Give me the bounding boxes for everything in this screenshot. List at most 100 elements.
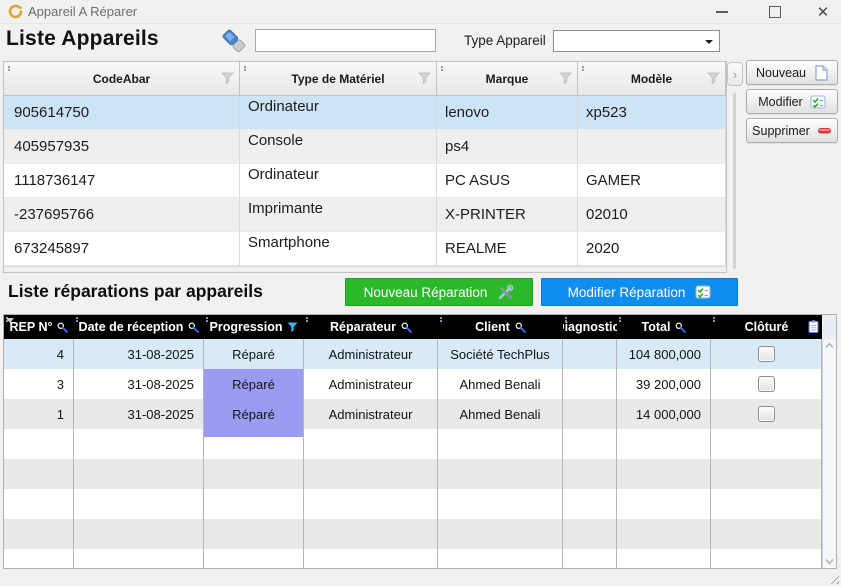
reparation-cell-diagnostic[interactable] bbox=[563, 369, 617, 399]
appareil-cell-marque[interactable]: X-PRINTER bbox=[437, 198, 578, 232]
appareil-cell-code[interactable]: 673245897 bbox=[4, 232, 240, 266]
reparation-row[interactable]: 131-08-2025RéparéAdministrateurAhmed Ben… bbox=[4, 399, 822, 429]
column-header-modele[interactable]: Modèle bbox=[578, 62, 726, 96]
nouveau-button[interactable]: Nouveau bbox=[746, 60, 838, 85]
reparation-cell-cloture[interactable] bbox=[711, 399, 822, 429]
appareil-cell-modele[interactable] bbox=[578, 130, 726, 164]
filter-icon[interactable] bbox=[287, 322, 298, 333]
vertical-scrollbar[interactable] bbox=[822, 339, 836, 568]
modifier-reparation-button[interactable]: Modifier Réparation bbox=[541, 278, 738, 306]
column-header-type[interactable]: Type de Matériel bbox=[240, 62, 437, 96]
reparation-row[interactable]: 431-08-2025RéparéAdministrateurSociété T… bbox=[4, 339, 822, 369]
appareil-row[interactable]: 1118736147OrdinateurPC ASUSGAMER bbox=[4, 164, 726, 198]
empty-cell bbox=[204, 459, 304, 489]
scroll-down-icon[interactable] bbox=[825, 558, 834, 565]
reparation-cell-progression[interactable]: Réparé bbox=[204, 369, 304, 399]
appareil-cell-marque[interactable]: lenovo bbox=[437, 96, 578, 130]
supprimer-button[interactable]: Supprimer bbox=[746, 118, 838, 143]
empty-cell bbox=[304, 549, 438, 568]
reparation-cell-rep-no[interactable]: 1 bbox=[4, 399, 74, 429]
reparation-cell-cloture[interactable] bbox=[711, 369, 822, 399]
column-header-codeabar[interactable]: CodeAbar bbox=[4, 62, 240, 96]
appareil-cell-code[interactable]: 405957935 bbox=[4, 130, 240, 164]
appareil-cell-modele[interactable]: xp523 bbox=[578, 96, 726, 130]
appareil-row[interactable]: -237695766ImprimanteX-PRINTER02010 bbox=[4, 198, 726, 232]
reparation-cell-total[interactable]: 14 000,000 bbox=[617, 399, 711, 429]
empty-cell bbox=[438, 519, 563, 549]
reparation-cell-total[interactable]: 39 200,000 bbox=[617, 369, 711, 399]
appareil-cell-marque[interactable]: ps4 bbox=[437, 130, 578, 164]
minimize-button[interactable] bbox=[709, 1, 735, 23]
appareil-cell-type[interactable]: Smartphone bbox=[240, 232, 437, 266]
appareil-cell-code[interactable]: 905614750 bbox=[4, 96, 240, 130]
reparation-cell-client[interactable]: Société TechPlus bbox=[438, 339, 563, 369]
maximize-button[interactable] bbox=[762, 1, 788, 23]
appareil-cell-type[interactable]: Ordinateur bbox=[240, 164, 437, 198]
reparation-cell-date-reception[interactable]: 31-08-2025 bbox=[74, 399, 204, 429]
reparation-cell-client[interactable]: Ahmed Benali bbox=[438, 369, 563, 399]
appareil-cell-marque[interactable]: REALME bbox=[437, 232, 578, 266]
search-icon[interactable] bbox=[675, 322, 686, 333]
appareil-cell-code[interactable]: 1118736147 bbox=[4, 164, 240, 198]
column-header-date-reception[interactable]: Date de réception bbox=[74, 315, 204, 339]
filter-icon[interactable] bbox=[418, 72, 431, 84]
search-input[interactable] bbox=[255, 29, 436, 52]
window-resize-grip[interactable] bbox=[827, 572, 839, 584]
search-icon[interactable] bbox=[188, 322, 199, 333]
expand-panel-button[interactable]: › bbox=[727, 62, 743, 86]
column-header-cloture[interactable]: Clôturé bbox=[711, 315, 822, 339]
nouveau-reparation-button[interactable]: Nouveau Réparation bbox=[345, 278, 533, 306]
reparation-row[interactable]: 331-08-2025RéparéAdministrateurAhmed Ben… bbox=[4, 369, 822, 399]
appareil-row[interactable]: 905614750Ordinateurlenovoxp523 bbox=[4, 96, 726, 130]
reparation-cell-rep-no[interactable]: 4 bbox=[4, 339, 74, 369]
reparation-cell-reparateur[interactable]: Administrateur bbox=[304, 369, 438, 399]
reparation-cell-date-reception[interactable]: 31-08-2025 bbox=[74, 339, 204, 369]
appareil-cell-modele[interactable]: 2020 bbox=[578, 232, 726, 266]
reparation-cell-diagnostic[interactable] bbox=[563, 339, 617, 369]
scroll-up-icon[interactable] bbox=[825, 342, 834, 349]
close-button[interactable]: ✕ bbox=[810, 1, 836, 23]
vertical-scrollbar-track[interactable] bbox=[733, 93, 736, 269]
column-header-progression[interactable]: Progression bbox=[204, 315, 304, 339]
reparation-cell-total[interactable]: 104 800,000 bbox=[617, 339, 711, 369]
reparation-cell-rep-no[interactable]: 3 bbox=[4, 369, 74, 399]
column-header-marque[interactable]: Marque bbox=[437, 62, 578, 96]
cloture-checkbox[interactable] bbox=[758, 406, 775, 422]
appareil-row[interactable]: 405957935Consoleps4 bbox=[4, 130, 726, 164]
appareil-cell-modele[interactable]: 02010 bbox=[578, 198, 726, 232]
modifier-button[interactable]: Modifier bbox=[746, 89, 838, 114]
column-header-client[interactable]: Client bbox=[438, 315, 563, 339]
column-header-diagnostic[interactable]: Diagnostic bbox=[563, 315, 617, 339]
column-header-total[interactable]: Total bbox=[617, 315, 711, 339]
reparation-cell-progression[interactable]: Réparé bbox=[204, 339, 304, 369]
reparation-cell-cloture[interactable] bbox=[711, 339, 822, 369]
column-header-rep-no[interactable]: REP N° bbox=[4, 315, 74, 339]
appareil-cell-type[interactable]: Console bbox=[240, 130, 437, 164]
reparation-cell-progression[interactable]: Réparé bbox=[204, 399, 304, 429]
clipboard-icon[interactable] bbox=[808, 320, 819, 333]
appareil-cell-marque[interactable]: PC ASUS bbox=[437, 164, 578, 198]
cloture-checkbox[interactable] bbox=[758, 346, 775, 362]
reparation-cell-diagnostic[interactable] bbox=[563, 399, 617, 429]
reparation-cell-date-reception[interactable]: 31-08-2025 bbox=[74, 369, 204, 399]
filter-icon[interactable] bbox=[559, 72, 572, 84]
search-icon[interactable] bbox=[515, 322, 526, 333]
appareil-cell-type[interactable]: Ordinateur bbox=[240, 96, 437, 130]
appareil-cell-modele[interactable]: GAMER bbox=[578, 164, 726, 198]
reparation-cell-reparateur[interactable]: Administrateur bbox=[304, 399, 438, 429]
appareil-cell-type[interactable]: Imprimante bbox=[240, 198, 437, 232]
appareil-row[interactable]: 673245897SmartphoneREALME2020 bbox=[4, 232, 726, 266]
horizontal-scrollbar-track[interactable] bbox=[4, 266, 726, 272]
cloture-checkbox[interactable] bbox=[758, 376, 775, 392]
column-header-reparateur[interactable]: Réparateur bbox=[304, 315, 438, 339]
edit-checklist-icon bbox=[695, 284, 711, 300]
type-appareil-select[interactable] bbox=[553, 30, 720, 52]
reparation-cell-reparateur[interactable]: Administrateur bbox=[304, 339, 438, 369]
reparation-cell-client[interactable]: Ahmed Benali bbox=[438, 399, 563, 429]
search-icon[interactable] bbox=[401, 322, 412, 333]
filter-icon[interactable] bbox=[221, 72, 234, 84]
grid-filter-corner-icon[interactable] bbox=[6, 318, 14, 323]
search-icon[interactable] bbox=[57, 322, 68, 333]
filter-icon[interactable] bbox=[707, 72, 720, 84]
appareil-cell-code[interactable]: -237695766 bbox=[4, 198, 240, 232]
